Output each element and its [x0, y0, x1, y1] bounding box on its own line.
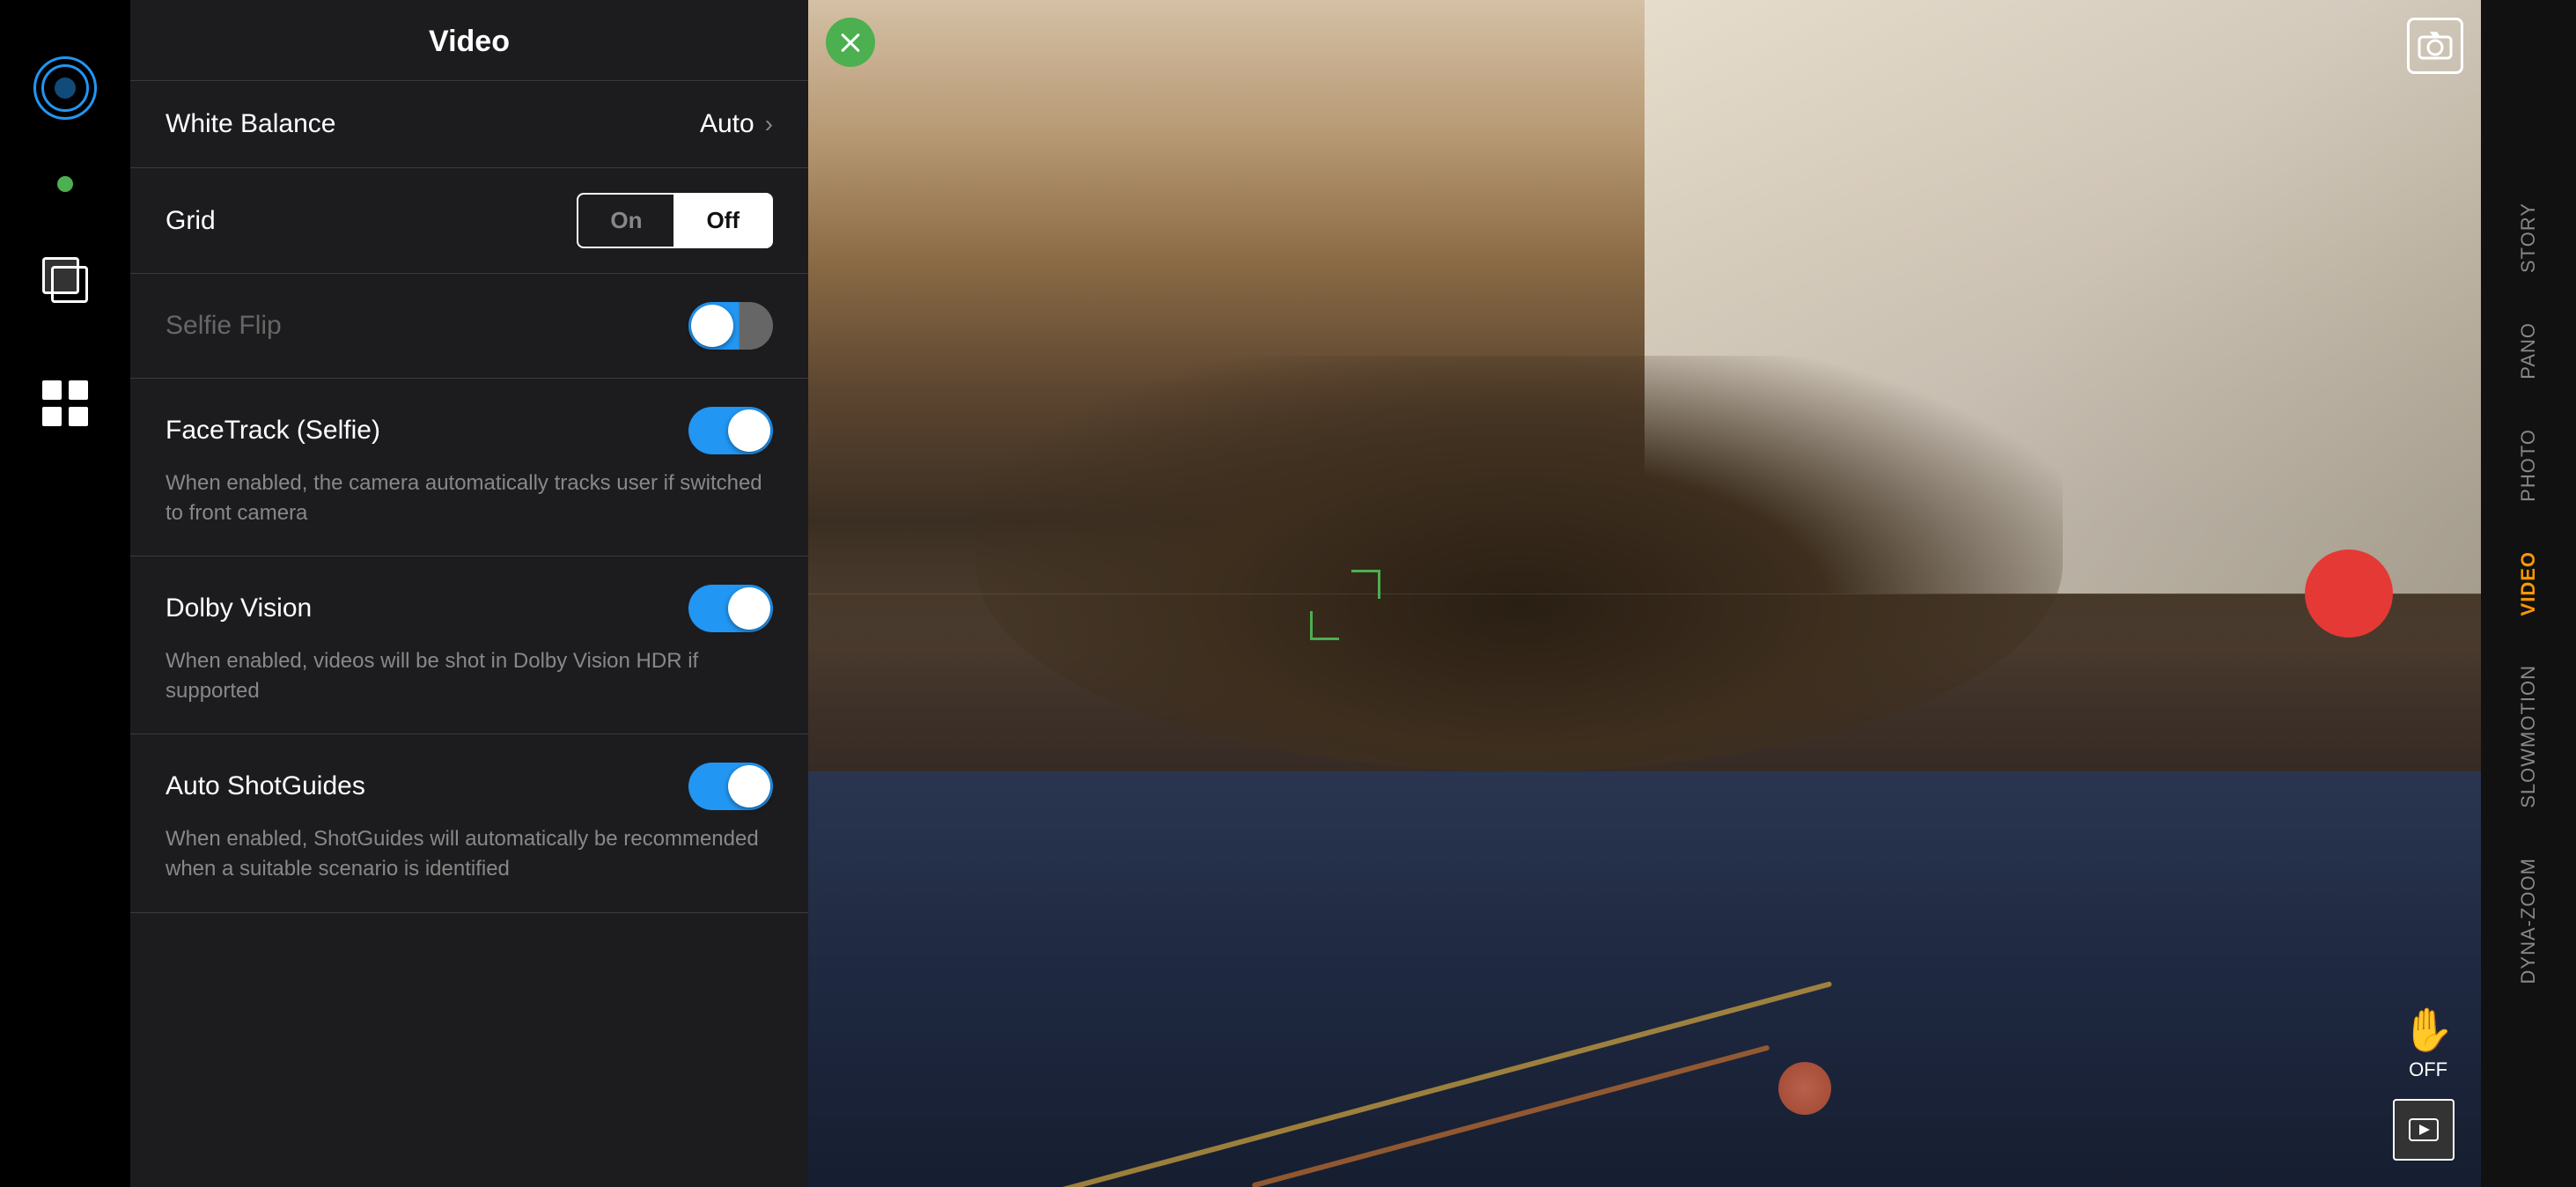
mode-story[interactable]: STORY	[2508, 178, 2549, 298]
grid-label: Grid	[166, 206, 216, 236]
auto-shotguides-header: Auto ShotGuides	[166, 763, 773, 810]
grid-row: Grid On Off	[130, 168, 808, 274]
dolby-vision-thumb	[728, 587, 770, 630]
mode-video[interactable]: VIDEO	[2508, 527, 2549, 640]
white-balance-value: Auto	[700, 109, 754, 139]
white-balance-label: White Balance	[166, 109, 335, 139]
dolby-vision-description: When enabled, videos will be shot in Dol…	[166, 646, 773, 705]
dolby-vision-section: Dolby Vision When enabled, videos will b…	[130, 557, 808, 734]
white-balance-row[interactable]: White Balance Auto ›	[130, 81, 808, 168]
auto-shotguides-section: Auto ShotGuides When enabled, ShotGuides…	[130, 734, 808, 912]
settings-title: Video	[130, 0, 808, 81]
focus-bracket	[1310, 570, 1380, 640]
facetrack-toggle[interactable]	[688, 407, 773, 454]
active-dot-indicator	[57, 176, 73, 192]
stabilization-label: OFF	[2409, 1058, 2447, 1080]
auto-shotguides-description: When enabled, ShotGuides will automatica…	[166, 824, 773, 883]
camera-switch-icon[interactable]	[2407, 18, 2463, 74]
grid-on-button[interactable]: On	[577, 193, 673, 248]
gallery-thumbnail[interactable]	[2393, 1099, 2455, 1161]
beard-area	[975, 356, 2063, 771]
shirt-line-1	[1056, 981, 1832, 1187]
grid-menu-icon-btn[interactable]	[30, 368, 100, 439]
dolby-vision-toggle[interactable]	[688, 585, 773, 632]
grid-toggle-group[interactable]: On Off	[577, 193, 773, 248]
selfie-flip-label: Selfie Flip	[166, 311, 282, 341]
settings-panel: Video White Balance Auto › Grid On Off S…	[130, 0, 808, 1187]
stabilization-control[interactable]: ✋ OFF	[2402, 1005, 2455, 1081]
hand-icon: ✋	[2402, 1005, 2455, 1055]
auto-shotguides-label: Auto ShotGuides	[166, 771, 365, 801]
settings-content: White Balance Auto › Grid On Off Selfie …	[130, 81, 808, 1187]
camera-lens-icon-btn[interactable]	[30, 53, 100, 123]
white-balance-right: Auto ›	[700, 109, 773, 139]
shirt-design	[975, 1050, 2314, 1166]
auto-shotguides-toggle[interactable]	[688, 763, 773, 810]
left-sidebar	[0, 0, 130, 1187]
facetrack-description: When enabled, the camera automatically t…	[166, 468, 773, 527]
dolby-vision-header: Dolby Vision	[166, 585, 773, 632]
close-button[interactable]	[826, 18, 875, 67]
camera-icon-svg	[2418, 30, 2453, 62]
mode-photo[interactable]: PHOTO	[2508, 404, 2549, 527]
facetrack-header: FaceTrack (Selfie)	[166, 407, 773, 454]
camera-preview: ✋ OFF	[808, 0, 2481, 1187]
facetrack-section: FaceTrack (Selfie) When enabled, the cam…	[130, 379, 808, 557]
selfie-flip-row[interactable]: Selfie Flip	[130, 274, 808, 379]
mode-pano[interactable]: PANO	[2508, 298, 2549, 404]
gallery-play-icon	[2408, 1117, 2440, 1142]
mode-dyna-zoom[interactable]: DYNA-ZOOM	[2508, 833, 2549, 1008]
layers-icon	[39, 254, 92, 306]
right-mode-menu: STORY PANO PHOTO VIDEO SLOWMOTION DYNA-Z…	[2481, 0, 2576, 1187]
camera-switch-container	[2407, 18, 2463, 74]
chevron-right-icon: ›	[765, 110, 773, 138]
shirt-area	[808, 771, 2481, 1187]
record-button[interactable]	[2305, 549, 2393, 638]
grid-off-button[interactable]: Off	[673, 193, 773, 248]
mode-slowmotion[interactable]: SLOWMOTION	[2508, 640, 2549, 833]
selfie-flip-thumb	[691, 305, 733, 347]
layers-icon-btn[interactable]	[30, 245, 100, 315]
grid-menu-icon	[39, 377, 92, 430]
camera-lens-icon	[33, 56, 97, 120]
selfie-flip-toggle[interactable]	[688, 302, 773, 350]
dolby-vision-label: Dolby Vision	[166, 594, 312, 623]
shirt-graphic	[1778, 1062, 1831, 1115]
facetrack-label: FaceTrack (Selfie)	[166, 416, 380, 446]
facetrack-thumb	[728, 409, 770, 452]
